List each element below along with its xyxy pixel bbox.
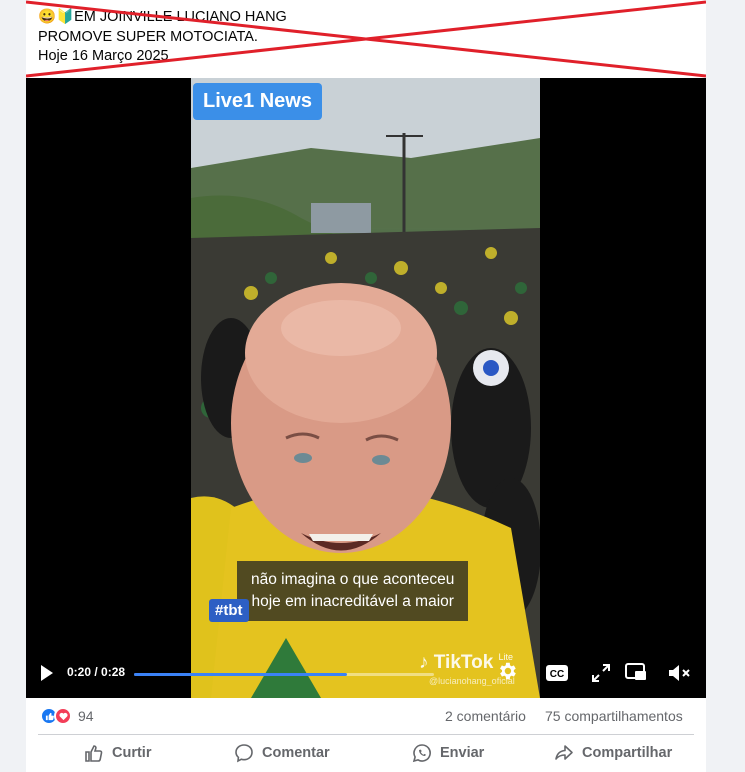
post-text-line-3: Hoje 16 Março 2025 bbox=[38, 48, 169, 64]
send-label: Enviar bbox=[440, 745, 485, 761]
video-controls: 0:20 / 0:28 CC bbox=[26, 652, 706, 698]
share-label: Compartilhar bbox=[582, 745, 673, 761]
post-text: 😀🔰EM JOINVILLE LUCIANO HANG PROMOVE SUPE… bbox=[38, 8, 698, 67]
thumbs-up-icon bbox=[85, 745, 103, 762]
comment-label: Comentar bbox=[262, 745, 330, 761]
video-progress-bar[interactable] bbox=[134, 673, 434, 676]
reactions-summary[interactable]: 94 bbox=[40, 707, 94, 725]
love-reaction-icon bbox=[54, 707, 72, 725]
post-text-line-1: 😀🔰EM JOINVILLE LUCIANO HANG bbox=[38, 9, 287, 25]
comments-count-link[interactable]: 2 comentário bbox=[445, 708, 526, 724]
video-frame: Live1 News não imagina o que aconteceu h… bbox=[191, 78, 540, 698]
reactions-count: 94 bbox=[78, 708, 94, 724]
like-button[interactable]: Curtir bbox=[84, 743, 151, 763]
action-divider bbox=[38, 734, 694, 735]
share-arrow-icon bbox=[555, 745, 573, 760]
facebook-post-card: 😀🔰EM JOINVILLE LUCIANO HANG PROMOVE SUPE… bbox=[26, 0, 706, 772]
post-actions-bar: Curtir Comentar Enviar Compartilhar bbox=[26, 736, 706, 772]
closed-captions-icon: CC bbox=[546, 665, 568, 681]
volume-muted-icon[interactable] bbox=[667, 662, 691, 684]
live1-news-badge: Live1 News bbox=[193, 83, 322, 120]
post-text-line-2: PROMOVE SUPER MOTOCIATA. bbox=[38, 28, 258, 45]
share-button[interactable]: Compartilhar bbox=[554, 743, 672, 763]
play-icon[interactable] bbox=[40, 664, 54, 682]
video-player[interactable]: Live1 News não imagina o que aconteceu h… bbox=[26, 78, 706, 698]
video-subtitle: não imagina o que aconteceu hoje em inac… bbox=[237, 561, 469, 621]
closed-captions-button[interactable]: CC bbox=[545, 664, 569, 687]
tbt-hashtag-badge: #tbt bbox=[209, 599, 249, 622]
comment-bubble-icon bbox=[235, 744, 253, 763]
video-progress-fill bbox=[134, 673, 347, 676]
fullscreen-icon[interactable] bbox=[591, 663, 611, 683]
closed-captions-label: CC bbox=[550, 669, 564, 680]
post-stats: 94 2 comentário 75 compartilhamentos bbox=[26, 698, 706, 732]
send-whatsapp-button[interactable]: Enviar bbox=[412, 743, 484, 763]
video-time: 0:20 / 0:28 bbox=[67, 665, 126, 679]
comment-button[interactable]: Comentar bbox=[234, 743, 330, 763]
picture-in-picture-icon[interactable] bbox=[625, 662, 647, 682]
whatsapp-icon bbox=[412, 744, 431, 763]
settings-gear-icon[interactable] bbox=[496, 660, 518, 682]
subtitle-line-1: não imagina o que aconteceu bbox=[251, 571, 455, 588]
subtitle-line-2: hoje em inacreditável a maior bbox=[251, 593, 454, 610]
shares-count-link[interactable]: 75 compartilhamentos bbox=[545, 708, 683, 724]
like-label: Curtir bbox=[112, 745, 152, 761]
